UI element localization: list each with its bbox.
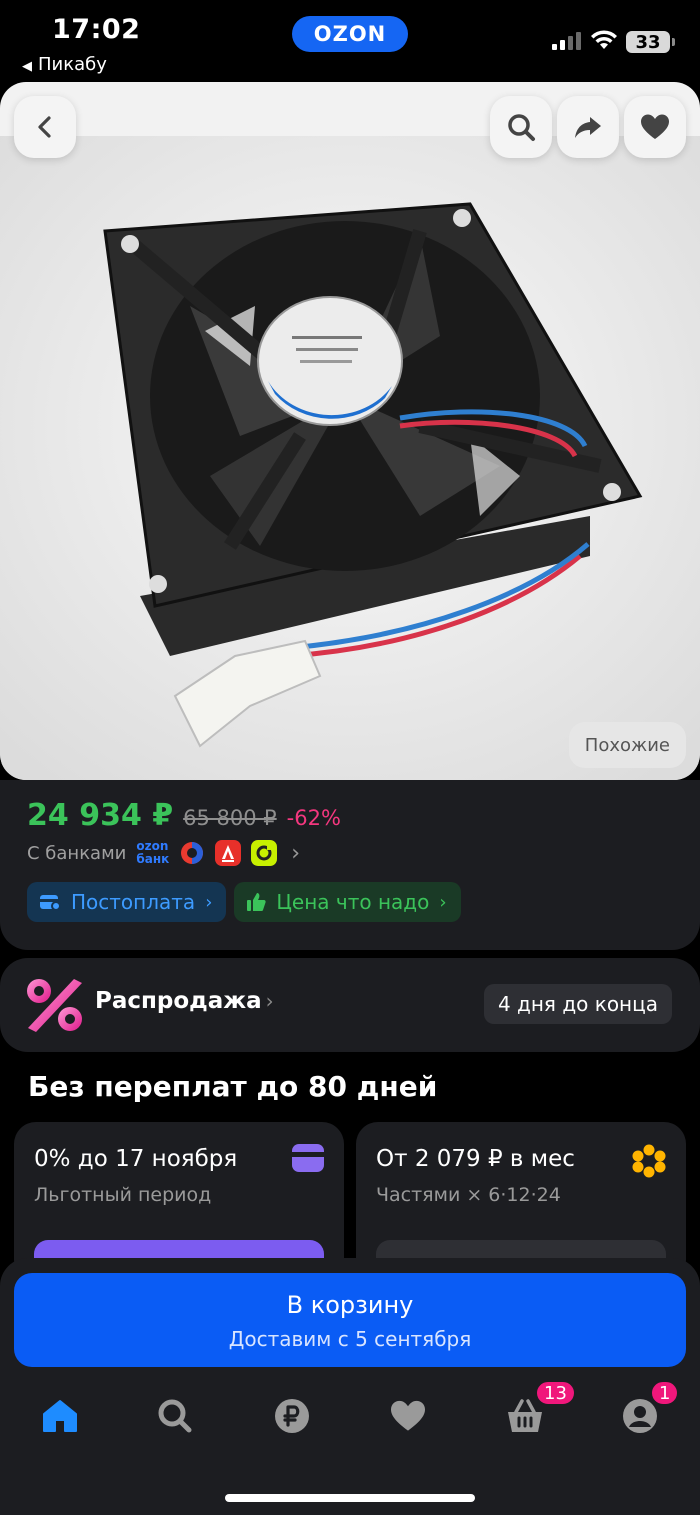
chip-good-price-label: Цена что надо <box>276 890 430 914</box>
current-price: 24 934 ₽ <box>27 798 174 833</box>
bank-offers-row[interactable]: С банками ozon банк › <box>27 840 300 866</box>
battery-indicator: 33 <box>626 31 675 53</box>
thumbs-up-icon <box>247 893 267 911</box>
bank-alfa-icon <box>215 840 242 866</box>
favorite-button[interactable] <box>624 96 686 158</box>
similar-products-button[interactable]: Похожие <box>568 722 686 768</box>
card-icon <box>40 895 61 911</box>
old-price: 65 800 ₽ <box>183 806 277 830</box>
profile-notification-badge: 1 <box>650 1380 680 1406</box>
ozon-bank-logo-line1: ozon <box>136 839 169 853</box>
chevron-right-icon: › <box>439 891 447 913</box>
add-to-cart-button[interactable]: В корзину Доставим с 5 сентября <box>14 1273 686 1367</box>
sale-banner[interactable]: Распродажа › 4 дня до конца <box>0 958 700 1052</box>
installment-card-title: 0% до 17 ноября <box>34 1146 238 1172</box>
chevron-left-icon <box>38 116 51 138</box>
cellular-signal-icon <box>552 30 582 50</box>
product-photo-fan[interactable] <box>0 136 700 780</box>
installment-card-title: От 2 079 ₽ в мес <box>376 1146 575 1172</box>
home-icon <box>43 1400 77 1432</box>
sale-days-left-badge: 4 дня до конца <box>483 984 672 1024</box>
heart-icon <box>391 1400 425 1431</box>
sale-title-text: Распродажа <box>95 988 262 1014</box>
installment-card-subtitle: Льготный период <box>34 1184 212 1206</box>
share-button[interactable] <box>557 96 619 158</box>
discount-percent: -62% <box>286 806 341 830</box>
back-button[interactable] <box>14 96 76 158</box>
search-button[interactable] <box>490 96 552 158</box>
back-triangle-icon: ◀ <box>22 59 32 74</box>
ozon-bank-logo: ozon банк <box>136 840 169 866</box>
wifi-icon <box>591 30 617 49</box>
search-icon <box>508 114 535 141</box>
profile-icon <box>623 1399 657 1433</box>
tab-home[interactable] <box>40 1396 80 1436</box>
banks-label: С банками <box>27 842 127 864</box>
cart-count-badge: 13 <box>535 1380 576 1406</box>
chip-good-price[interactable]: Цена что надо › <box>234 882 461 922</box>
chevron-right-icon: › <box>265 989 274 1013</box>
percent-sale-icon <box>27 979 82 1032</box>
back-to-app-link[interactable]: ◀ Пикабу <box>22 54 107 75</box>
ruble-coin-icon <box>275 1399 309 1433</box>
back-app-label: Пикабу <box>38 54 107 75</box>
heart-icon <box>641 114 669 139</box>
ozon-logo: OZON <box>292 16 408 52</box>
status-bar: 17:02 ◀ Пикабу OZON 33 <box>0 0 700 80</box>
chevron-right-icon: › <box>291 840 301 866</box>
delivery-date-label: Доставим с 5 сентября <box>228 1327 472 1351</box>
search-icon <box>158 1399 192 1433</box>
product-image-card[interactable]: Похожие <box>0 82 700 780</box>
installment-card-subtitle: Частями × 6·12·24 <box>376 1184 561 1206</box>
tab-favorites[interactable] <box>388 1396 428 1436</box>
chevron-right-icon: › <box>205 891 213 913</box>
flower-parts-icon <box>632 1144 666 1178</box>
feature-chips: Постоплата › Цена что надо › <box>27 882 461 922</box>
sale-title: Распродажа › <box>95 988 274 1014</box>
tab-finance[interactable] <box>272 1396 312 1436</box>
home-indicator <box>225 1494 475 1502</box>
bank-green-icon <box>251 840 278 866</box>
chip-postpay[interactable]: Постоплата › <box>27 882 227 922</box>
ozon-bank-logo-line2: банк <box>136 852 170 866</box>
installment-heading: Без переплат до 80 дней <box>28 1070 438 1103</box>
tab-search[interactable] <box>155 1396 195 1436</box>
credit-card-icon <box>292 1144 324 1172</box>
chip-postpay-label: Постоплата <box>71 890 196 914</box>
price-row: 24 934 ₽ 65 800 ₽ -62% <box>27 798 341 833</box>
add-to-cart-label: В корзину <box>286 1291 414 1319</box>
bank-red-blue-icon <box>179 840 206 866</box>
status-time: 17:02 <box>52 14 141 45</box>
price-section: 24 934 ₽ 65 800 ₽ -62% С банками ozon бан… <box>0 780 700 950</box>
basket-icon <box>508 1399 542 1432</box>
share-arrow-icon <box>575 117 601 138</box>
